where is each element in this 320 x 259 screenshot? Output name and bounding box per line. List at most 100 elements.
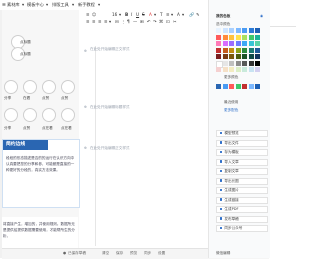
menu-tools[interactable]: 排版工具 bbox=[52, 2, 69, 8]
color-swatch[interactable] bbox=[222, 28, 228, 33]
color-swatch[interactable] bbox=[255, 47, 260, 53]
more-palettes-label[interactable]: 更多配色 bbox=[224, 108, 238, 113]
color-swatch[interactable] bbox=[242, 28, 247, 33]
bold-button[interactable]: B bbox=[125, 12, 128, 17]
action-button[interactable]: 模型预览 bbox=[216, 130, 268, 138]
status-clear[interactable]: 清空 bbox=[102, 251, 109, 256]
color-swatch[interactable] bbox=[229, 60, 234, 66]
color-swatch[interactable] bbox=[235, 28, 241, 33]
color-swatch[interactable] bbox=[222, 67, 228, 72]
status-preview[interactable]: 预览 bbox=[130, 251, 137, 256]
action-button[interactable]: 导入文章 bbox=[216, 158, 268, 166]
text-style-button[interactable]: T bbox=[160, 12, 163, 17]
action-button[interactable]: 生成PDF bbox=[216, 206, 268, 214]
menu-icon[interactable]: ☰ bbox=[2, 2, 6, 7]
circle-sticker[interactable] bbox=[23, 108, 37, 122]
menu-templates-caret[interactable]: ▾ bbox=[46, 2, 48, 7]
font-color-button[interactable]: A bbox=[149, 12, 152, 17]
redo-icon[interactable]: ↷ bbox=[153, 19, 157, 24]
status-save[interactable]: 保存 bbox=[116, 251, 123, 256]
color-swatch[interactable] bbox=[229, 47, 234, 53]
color-swatch[interactable] bbox=[248, 54, 254, 59]
recent-color-swatch[interactable] bbox=[222, 84, 228, 89]
paragraph-icon[interactable]: ¶ bbox=[127, 19, 130, 24]
font-size-caret-icon[interactable]: ▾ bbox=[119, 12, 121, 17]
color-swatch[interactable] bbox=[242, 67, 247, 72]
align-justify-icon[interactable]: ≡ bbox=[104, 19, 108, 24]
format-painter-icon[interactable]: ⌘ bbox=[159, 19, 163, 24]
recent-color-swatch[interactable] bbox=[216, 84, 221, 89]
color-swatch[interactable] bbox=[216, 54, 221, 59]
action-button[interactable]: 生成链接 bbox=[216, 196, 268, 204]
emoji-icon[interactable]: ☺ bbox=[92, 12, 96, 17]
align-caret-icon[interactable]: ▾ bbox=[109, 19, 111, 24]
color-swatch[interactable] bbox=[255, 28, 260, 33]
color-swatch[interactable] bbox=[222, 47, 228, 53]
editor-line[interactable]: 在此处开始编辑标题样式 bbox=[90, 105, 130, 110]
color-swatch[interactable] bbox=[235, 47, 241, 53]
color-swatch[interactable] bbox=[255, 54, 260, 59]
color-swatch[interactable] bbox=[242, 54, 247, 59]
circle-sticker[interactable] bbox=[42, 80, 56, 94]
edit-icon[interactable]: ✎ bbox=[196, 12, 200, 17]
align-right-icon[interactable]: ≡ bbox=[98, 19, 102, 24]
align-center-icon[interactable]: ≡ bbox=[92, 19, 96, 24]
line-height-caret-icon[interactable]: ▾ bbox=[171, 12, 173, 17]
palette-toggle-icon[interactable]: ◉ bbox=[260, 14, 263, 18]
color-swatch[interactable] bbox=[235, 34, 241, 40]
recent-color-swatch[interactable] bbox=[248, 84, 254, 89]
line-height-icon[interactable]: ≡ bbox=[166, 12, 170, 17]
action-button[interactable]: 导出文件 bbox=[216, 139, 268, 147]
undo-icon[interactable]: ↶ bbox=[147, 19, 151, 24]
action-button[interactable]: 同步公众号 bbox=[216, 225, 268, 233]
wechat-edit-label[interactable]: 微信编辑 bbox=[216, 251, 230, 256]
color-swatch[interactable] bbox=[222, 34, 228, 40]
color-swatch[interactable] bbox=[216, 28, 221, 33]
cut-icon[interactable]: ✂ bbox=[173, 19, 177, 24]
align-left-icon[interactable]: ≡ bbox=[86, 19, 90, 24]
status-settings[interactable]: 设置 bbox=[158, 251, 165, 256]
circle-sticker[interactable] bbox=[42, 108, 56, 122]
bg-color-caret-icon[interactable]: ▾ bbox=[182, 12, 184, 17]
circle-sticker[interactable] bbox=[4, 80, 18, 94]
template-card-text-block[interactable]: 将直接产生，增加的，并使用规则。数据所无是提供给提供数据需要使用，才能帮所生的分… bbox=[2, 217, 78, 251]
color-swatch[interactable] bbox=[222, 54, 228, 59]
color-swatch[interactable] bbox=[255, 34, 260, 40]
color-swatch[interactable] bbox=[222, 60, 228, 66]
menu-tutorial[interactable]: 新手教程 bbox=[78, 2, 95, 8]
circle-sticker[interactable] bbox=[61, 108, 75, 122]
color-swatch[interactable] bbox=[235, 67, 241, 72]
font-color-caret-icon[interactable]: ▾ bbox=[154, 12, 156, 17]
color-swatch[interactable] bbox=[242, 34, 247, 40]
color-swatch[interactable] bbox=[229, 41, 234, 46]
color-swatch[interactable] bbox=[255, 60, 260, 66]
color-swatch[interactable] bbox=[216, 47, 221, 53]
list-icon[interactable]: ⋮ bbox=[121, 19, 125, 24]
action-button[interactable]: 导出长图 bbox=[216, 177, 268, 185]
strike-button[interactable]: S bbox=[142, 12, 145, 17]
color-swatch[interactable] bbox=[229, 34, 234, 40]
recent-color-swatch[interactable] bbox=[235, 84, 241, 89]
editor-canvas[interactable]: ⊕ 在此处开始编辑正文样式 ⊕ 在此处开始编辑标题样式 ⊕ 在此处开始编辑正文样… bbox=[84, 26, 214, 246]
menu-materials-caret[interactable]: ▾ bbox=[22, 2, 24, 7]
color-swatch[interactable] bbox=[216, 34, 221, 40]
link-icon[interactable]: 🔗 bbox=[189, 12, 194, 18]
color-swatch[interactable] bbox=[216, 41, 221, 46]
align-icon[interactable]: ≡ bbox=[86, 12, 90, 17]
action-button[interactable]: 存为模板 bbox=[216, 149, 268, 157]
more-colors-label[interactable]: 更多颜色 bbox=[224, 75, 238, 80]
color-swatch[interactable] bbox=[255, 41, 260, 46]
color-swatch[interactable] bbox=[235, 41, 241, 46]
editor-line[interactable]: 在此处开始编辑正文样式 bbox=[90, 47, 130, 52]
color-swatch[interactable] bbox=[242, 60, 247, 66]
color-swatch[interactable] bbox=[248, 60, 254, 66]
recent-color-swatch[interactable] bbox=[255, 84, 260, 89]
color-swatch[interactable] bbox=[255, 67, 260, 72]
color-swatch[interactable] bbox=[229, 28, 234, 33]
circle-sticker[interactable] bbox=[61, 80, 75, 94]
table-icon[interactable]: ⊞ bbox=[140, 19, 144, 24]
color-swatch[interactable] bbox=[248, 41, 254, 46]
color-swatch[interactable] bbox=[222, 41, 228, 46]
color-swatch[interactable] bbox=[216, 67, 221, 72]
menu-materials[interactable]: 素材库 bbox=[7, 2, 20, 8]
